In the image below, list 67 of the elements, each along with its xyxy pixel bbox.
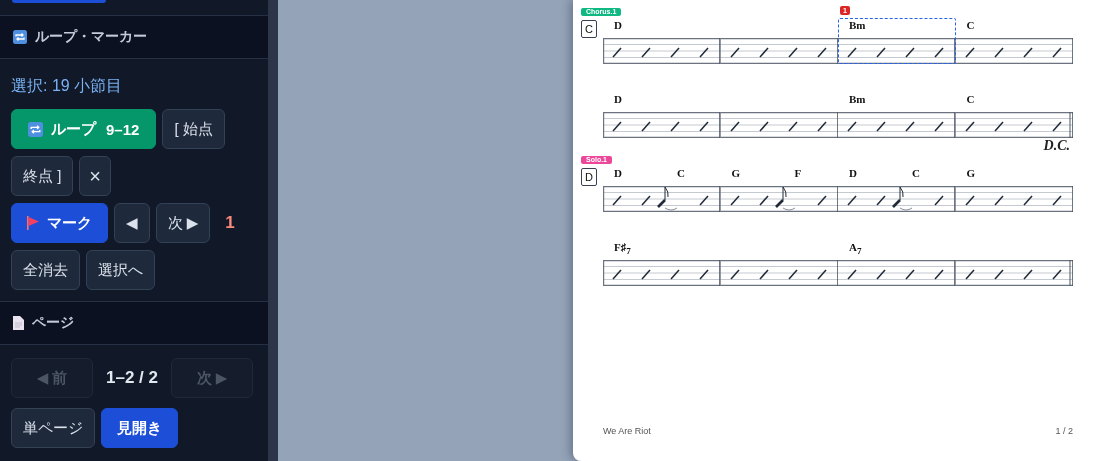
view-mode-button[interactable]: 単ページ bbox=[11, 408, 95, 448]
close-button[interactable]: × bbox=[79, 156, 112, 196]
measure[interactable]: A$_{7}$ bbox=[838, 240, 956, 286]
loop-button[interactable]: ループ 9–12 bbox=[11, 109, 157, 149]
document-icon bbox=[13, 316, 24, 330]
chord-symbol: G bbox=[731, 167, 741, 179]
loop-start-button[interactable]: [ 始点 bbox=[162, 109, 225, 149]
chord-symbol: C bbox=[912, 167, 920, 179]
previous-marker-button[interactable]: ◀ bbox=[114, 203, 150, 243]
measure[interactable]: C bbox=[955, 18, 1073, 64]
view-mode-button[interactable]: 見開き bbox=[101, 408, 178, 448]
measure-drawing[interactable] bbox=[603, 112, 721, 138]
chord-symbol: D bbox=[849, 167, 857, 179]
measure[interactable]: D bbox=[603, 92, 721, 138]
measure[interactable]: Bm bbox=[838, 92, 956, 138]
measure-drawing[interactable] bbox=[838, 38, 956, 64]
chord-symbol: G bbox=[966, 167, 976, 179]
measure-drawing[interactable] bbox=[720, 260, 838, 286]
loop-icon bbox=[13, 30, 27, 44]
chord-symbol: C bbox=[966, 19, 975, 31]
measure[interactable]: G bbox=[955, 166, 1073, 212]
chord-symbol: D bbox=[614, 167, 622, 179]
measure[interactable]: C bbox=[955, 92, 1073, 138]
measure[interactable]: G F bbox=[720, 166, 838, 212]
chord-symbol: A$_{7}$ bbox=[849, 241, 862, 257]
page-indicator: 1–2 / 2 bbox=[106, 368, 158, 388]
measure-drawing[interactable] bbox=[603, 38, 721, 64]
measure[interactable]: D bbox=[603, 18, 721, 64]
song-title: We Are Riot bbox=[603, 426, 651, 436]
measure-drawing[interactable] bbox=[603, 186, 721, 212]
flag-icon bbox=[27, 216, 39, 230]
measure[interactable]: D C bbox=[603, 166, 721, 212]
measure-drawing[interactable] bbox=[720, 38, 838, 64]
measure-drawing[interactable] bbox=[838, 260, 956, 286]
rehearsal-mark: D bbox=[581, 168, 597, 186]
measure-drawing[interactable] bbox=[955, 260, 1073, 286]
measure[interactable]: D C bbox=[838, 166, 956, 212]
repeat-instruction: D.C. bbox=[1043, 138, 1070, 155]
chord-symbol: F♯$_{7}$ bbox=[614, 241, 631, 257]
measure[interactable]: F♯$_{7}$ bbox=[603, 240, 721, 286]
rehearsal-mark: C bbox=[581, 20, 597, 38]
measure-drawing[interactable] bbox=[955, 186, 1073, 212]
measure-drawing[interactable] bbox=[838, 186, 956, 212]
chord-symbol: F bbox=[794, 167, 802, 179]
measure-drawing[interactable] bbox=[955, 38, 1073, 64]
page-number: 1 / 2 bbox=[1055, 426, 1073, 436]
selection-label: 選択: 19 小節目 bbox=[11, 76, 124, 96]
measure-drawing[interactable] bbox=[603, 260, 721, 286]
go-to-selection-button[interactable]: 選択へ bbox=[86, 250, 155, 290]
chord-symbol: C bbox=[677, 167, 685, 179]
loop-end-button[interactable]: 終点 ] bbox=[11, 156, 74, 196]
section-title: ループ・マーカー bbox=[35, 28, 147, 46]
next-marker-button[interactable]: 次 ▶ bbox=[155, 203, 211, 243]
chord-symbol: D bbox=[614, 19, 622, 31]
chord-symbol: D bbox=[614, 93, 622, 105]
measure-drawing[interactable] bbox=[720, 112, 838, 138]
chord-symbol: Bm bbox=[849, 93, 866, 105]
measure-drawing[interactable] bbox=[955, 112, 1073, 138]
clear-all-button[interactable]: 全消去 bbox=[11, 250, 80, 290]
mark-button[interactable]: マーク bbox=[11, 203, 108, 243]
chord-symbol: C bbox=[966, 93, 975, 105]
chord-symbol: Bm bbox=[849, 19, 866, 31]
section-title: ページ bbox=[32, 314, 74, 332]
marker-count: 1 bbox=[225, 213, 235, 233]
loop-icon bbox=[28, 121, 43, 137]
measure-drawing[interactable] bbox=[838, 112, 956, 138]
measure-drawing[interactable] bbox=[720, 186, 838, 212]
